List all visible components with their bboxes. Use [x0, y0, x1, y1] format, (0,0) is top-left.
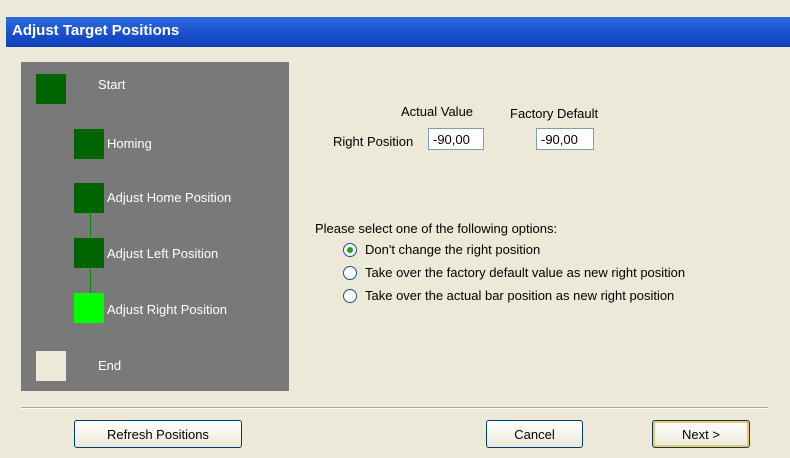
option-label-factory-default[interactable]: Take over the factory default value as n… [365, 265, 685, 280]
actual-value-header: Actual Value [401, 104, 474, 119]
radio-dont-change[interactable] [343, 243, 357, 257]
refresh-positions-button[interactable]: Refresh Positions [74, 420, 242, 448]
step-label-start: Start [98, 77, 126, 92]
next-button[interactable]: Next > [652, 420, 750, 448]
step-indicator-start [36, 74, 66, 104]
radio-selected-dot [347, 247, 353, 253]
radio-factory-default[interactable] [343, 266, 357, 280]
step-label-homing: Homing [107, 136, 152, 151]
step-indicator-adjust-right [74, 293, 104, 323]
step-label-adjust-home: Adjust Home Position [107, 190, 232, 205]
footer-separator [21, 407, 768, 409]
wizard-steps-panel: Start Homing Adjust Home Position Adjust… [21, 62, 289, 391]
step-label-adjust-right: Adjust Right Position [107, 302, 227, 317]
step-indicator-adjust-left [74, 238, 104, 268]
title-bar: Adjust Target Positions [0, 0, 790, 47]
radio-actual-bar[interactable] [343, 289, 357, 303]
factory-default-field[interactable] [536, 128, 594, 150]
window-title: Adjust Target Positions [12, 22, 180, 39]
option-label-actual-bar[interactable]: Take over the actual bar position as new… [365, 288, 674, 303]
option-label-dont-change[interactable]: Don't change the right position [365, 242, 540, 257]
step-indicator-adjust-home [74, 183, 104, 213]
factory-default-header: Factory Default [510, 106, 599, 121]
step-label-adjust-left: Adjust Left Position [107, 246, 219, 261]
step-indicator-homing [74, 129, 104, 159]
step-label-end: End [98, 358, 122, 373]
right-position-label: Right Position [333, 134, 414, 149]
cancel-button[interactable]: Cancel [486, 420, 583, 448]
actual-value-field[interactable] [428, 128, 484, 150]
options-prompt: Please select one of the following optio… [315, 221, 558, 236]
step-indicator-end [36, 351, 66, 381]
